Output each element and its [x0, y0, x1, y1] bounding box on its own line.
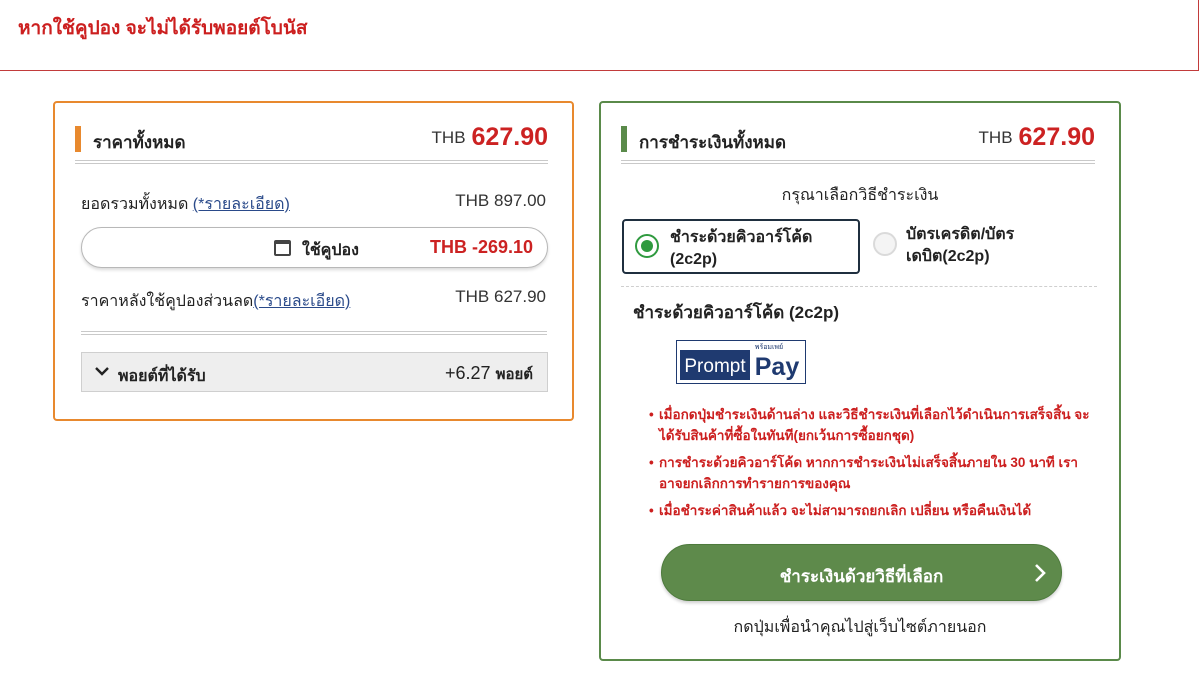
logo-small-text: พร้อมเพย์ — [755, 343, 783, 351]
method-line-2: เดบิต(2c2p) — [906, 248, 990, 265]
payment-total: THB 627.90 — [979, 123, 1095, 152]
section-accent-bar — [75, 126, 81, 152]
divider — [75, 160, 548, 164]
total-amount: 627.90 — [471, 123, 548, 151]
coupon-discount-value: THB -269.10 — [429, 237, 533, 257]
note-item: เมื่อชำระค่าสินค้าแล้ว จะไม่สามารถยกเลิก… — [649, 500, 1099, 521]
logo-word-prompt: Prompt — [684, 356, 746, 377]
pay-with-selected-method-button[interactable]: ชำระเงินด้วยวิธีที่เลือก — [661, 544, 1062, 601]
after-coupon-details-link[interactable]: (*รายละเอียด) — [253, 293, 350, 310]
currency-label: THB — [978, 128, 1013, 147]
points-earned-label: พอยต์ที่ได้รับ — [118, 368, 206, 385]
subtotal-details-link[interactable]: (*รายละเอียด) — [193, 196, 290, 213]
method-line-1: บัตรเครดิต/บัตร — [906, 226, 1015, 243]
payment-method-qr-label: ชำระด้วยคิวอาร์โค้ด (2c2p) — [670, 227, 812, 271]
payment-header: การชำระเงินทั้งหมด THB 627.90 — [621, 123, 1095, 157]
chevron-right-icon — [1033, 562, 1047, 589]
price-summary-total: THB 627.90 — [432, 123, 548, 152]
after-coupon-row: ราคาหลังใช้คูปองส่วนลด(*รายละเอียด) — [81, 289, 350, 314]
currency-label: THB — [431, 128, 466, 147]
note-item: การชำระด้วยคิวอาร์โค้ด หากการชำระเงินไม่… — [649, 452, 1099, 494]
section-accent-bar — [621, 126, 627, 152]
chevron-down-icon — [94, 364, 110, 382]
radio-unselected[interactable] — [873, 232, 897, 256]
coupon-warning-text: หากใช้คูปอง จะไม่ได้รับพอยต์โบนัส — [18, 18, 308, 39]
promptpay-logo: พร้อมเพย์ Prompt Pay — [676, 340, 806, 384]
subtotal-label: ยอดรวมทั้งหมด — [81, 196, 193, 213]
use-coupon-button[interactable]: ใช้คูปอง THB -269.10 — [81, 227, 548, 268]
points-earned-toggle[interactable]: พอยต์ที่ได้รับ +6.27 พอยต์ — [81, 352, 548, 392]
note-item: เมื่อกดปุ่มชำระเงินด้านล่าง และวิธีชำระเ… — [649, 404, 1099, 446]
payment-method-qr[interactable]: ชำระด้วยคิวอาร์โค้ด (2c2p) — [622, 219, 860, 274]
logo-word-pay: Pay — [755, 353, 800, 381]
payment-method-card[interactable]: บัตรเครดิต/บัตร เดบิต(2c2p) — [869, 219, 1099, 274]
external-site-note: กดปุ่มเพื่อนำคุณไปสู่เว็บไซต์ภายนอก — [733, 619, 987, 636]
subtotal-value: THB 897.00 — [455, 191, 546, 210]
payment-notes: เมื่อกดปุ่มชำระเงินด้านล่าง และวิธีชำระเ… — [649, 404, 1099, 527]
points-amount: +6.27 — [445, 363, 491, 383]
calendar-icon — [274, 240, 291, 256]
payment-total-amount: 627.90 — [1018, 123, 1095, 151]
use-coupon-label: ใช้คูปอง — [302, 242, 359, 259]
subtotal-row: ยอดรวมทั้งหมด (*รายละเอียด) — [81, 192, 290, 217]
method-line-1: ชำระด้วยคิวอาร์โค้ด — [670, 229, 813, 246]
after-coupon-label: ราคาหลังใช้คูปองส่วนลด — [81, 293, 254, 310]
payment-title: การชำระเงินทั้งหมด — [639, 133, 787, 152]
divider — [621, 160, 1095, 164]
radio-selected[interactable] — [635, 234, 659, 258]
price-summary-title: ราคาทั้งหมด — [93, 133, 186, 152]
divider — [81, 331, 547, 335]
points-unit: พอยต์ — [495, 366, 533, 383]
choose-payment-label: กรุณาเลือกวิธีชำระเงิน — [781, 187, 939, 204]
points-earned-value: +6.27 พอยต์ — [445, 362, 533, 386]
method-line-2: (2c2p) — [670, 251, 718, 268]
price-summary-panel: ราคาทั้งหมด THB 627.90 ยอดรวมทั้งหมด (*รา… — [53, 101, 574, 421]
price-summary-header: ราคาทั้งหมด THB 627.90 — [75, 123, 548, 157]
coupon-warning-banner: หากใช้คูปอง จะไม่ได้รับพอยต์โบนัส — [0, 0, 1199, 71]
selected-method-heading: ชำระด้วยคิวอาร์โค้ด (2c2p) — [633, 303, 840, 322]
pay-button-label: ชำระเงินด้วยวิธีที่เลือก — [779, 567, 944, 586]
after-coupon-value: THB 627.90 — [455, 287, 546, 306]
payment-method-card-label: บัตรเครดิต/บัตร เดบิต(2c2p) — [906, 224, 1014, 268]
divider — [621, 286, 1097, 287]
payment-panel: การชำระเงินทั้งหมด THB 627.90 กรุณาเลือกว… — [599, 101, 1121, 661]
